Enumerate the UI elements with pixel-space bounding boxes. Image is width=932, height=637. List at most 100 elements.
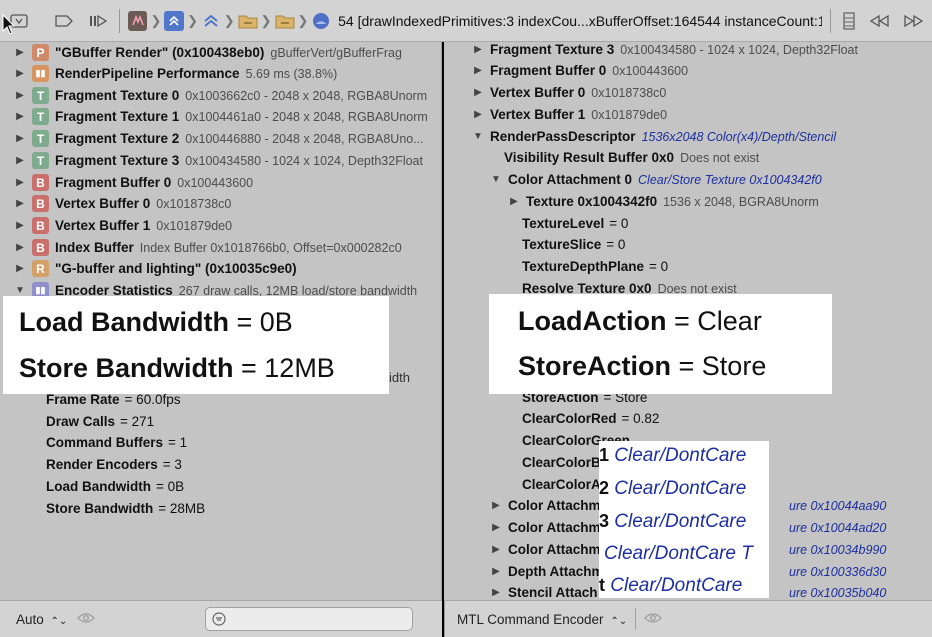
filter-icon [212, 612, 226, 626]
command-buffer-icon[interactable] [164, 10, 185, 31]
disclosure-triangle-icon[interactable]: ▶ [490, 522, 502, 533]
property-value: = 0 [609, 216, 629, 231]
item-label: Visibility Result Buffer 0x0 [504, 150, 675, 165]
pipeline-state-icon: P [32, 44, 49, 61]
list-item[interactable]: ▶ Fragment Buffer 0 0x100443600 [472, 60, 688, 81]
attachment-link[interactable]: ure 0x10035b040 [789, 586, 886, 600]
disclosure-triangle-icon[interactable]: ▶ [14, 177, 26, 188]
disclosure-triangle-expanded-icon[interactable]: ▼ [14, 285, 26, 296]
list-item[interactable]: ▶ Vertex Buffer 0 0x1018738c0 [472, 82, 666, 103]
property-row: TextureLevel = 0 [522, 213, 628, 234]
callout-label: Load Bandwidth [19, 307, 229, 337]
disclosure-triangle-icon[interactable]: ▶ [14, 220, 26, 231]
continue-icon[interactable] [83, 7, 113, 35]
callout-row-number: 1 [599, 445, 610, 465]
callout-row-text: Clear/DontCare T [604, 543, 753, 564]
item-detail: 0x1004461a0 - 2048 x 2048, RGBA8Unorm [185, 109, 428, 124]
disclosure-triangle-expanded-icon[interactable]: ▼ [472, 131, 484, 142]
list-item[interactable]: ▶ B Fragment Buffer 0 0x100443600 [14, 172, 253, 193]
mouse-cursor-icon [2, 14, 16, 35]
attachment-link[interactable]: ure 0x100336d30 [789, 565, 886, 579]
disclosure-triangle-icon[interactable]: ▶ [14, 155, 26, 166]
disclosure-triangle-icon[interactable]: ▶ [508, 196, 520, 207]
popup-arrows-icon: ⌃⌄ [50, 615, 68, 627]
step-back-icon[interactable] [861, 7, 896, 35]
disclosure-triangle-icon[interactable]: ▶ [490, 587, 502, 598]
list-item[interactable]: ▶ T Fragment Texture 2 0x100446880 - 204… [14, 128, 424, 149]
callout-label: StoreAction [518, 351, 672, 381]
stat-row: Load Bandwidth = 0B [46, 476, 184, 497]
callout-row-number: 2 [599, 478, 610, 498]
display-mode-popup[interactable]: Auto ⌃⌄ [16, 612, 67, 627]
list-item[interactable]: ▶ T Fragment Texture 0 0x1003662c0 - 204… [14, 85, 427, 106]
disclosure-triangle-icon[interactable]: ▶ [14, 90, 26, 101]
disclosure-triangle-icon[interactable]: ▶ [14, 68, 26, 79]
attachment-row[interactable]: ▶ Stencil Attach ure 0x10035b040 [490, 582, 886, 600]
callout-dontcare-row: t Clear/DontCare [599, 575, 742, 597]
item-detail: 0x100443600 [612, 63, 689, 78]
list-item[interactable]: ▶ R "G-buffer and lighting" (0x10035c9e0… [14, 258, 297, 279]
render-pass-descriptor-row[interactable]: ▼ RenderPassDescriptor 1536x2048 Color(x… [472, 126, 836, 147]
render-pass-link[interactable]: 1536x2048 Color(x4)/Depth/Stencil [642, 130, 837, 144]
property-label: TextureSlice [522, 237, 602, 252]
list-item[interactable]: ▶ B Vertex Buffer 0 0x1018738c0 [14, 193, 231, 214]
list-item[interactable]: ▶ P "GBuffer Render" (0x100438eb0) gBuff… [14, 42, 402, 63]
disclosure-triangle-expanded-icon[interactable]: ▼ [490, 174, 502, 185]
draw-call-icon[interactable] [311, 11, 331, 31]
item-detail: 5.69 ms (38.8%) [245, 66, 338, 81]
attachment-row[interactable]: ▶ Color Attachm ure 0x10044ad20 [490, 517, 886, 538]
disclosure-triangle-icon[interactable]: ▶ [14, 198, 26, 209]
step-forward-icon[interactable] [897, 7, 932, 35]
list-item[interactable]: ▶ T Fragment Texture 1 0x1004461a0 - 204… [14, 106, 428, 127]
attachment-row[interactable]: ▶ Color Attachm ure 0x10044aa90 [490, 495, 886, 516]
attachment-link[interactable]: Clear/Store Texture 0x1004342f0 [638, 173, 822, 187]
list-item[interactable]: ▶ Vertex Buffer 1 0x101879de0 [472, 104, 667, 125]
item-detail: 1536 x 2048, BGRA8Unorm [663, 194, 819, 209]
callout-row-text: Clear/DontCare [610, 575, 743, 596]
attachment-link[interactable]: ure 0x10034b990 [789, 543, 886, 557]
folder-icon[interactable] [238, 11, 258, 31]
item-label: Vertex Buffer 0 [55, 196, 151, 211]
texture-icon: T [32, 87, 49, 104]
disclosure-triangle-icon[interactable]: ▶ [472, 109, 484, 120]
disclosure-triangle-icon[interactable]: ▶ [472, 87, 484, 98]
breadcrumb-current-label[interactable]: 54 [drawIndexedPrimitives:3 indexCou...x… [338, 13, 822, 29]
eye-icon[interactable] [644, 612, 662, 627]
device-icon[interactable] [127, 10, 148, 31]
disclosure-triangle-icon[interactable]: ▶ [490, 500, 502, 511]
list-item[interactable]: ▶ B Index Buffer Index Buffer 0x1018766b… [14, 237, 402, 258]
disclosure-triangle-icon[interactable]: ▶ [14, 133, 26, 144]
attachment-row[interactable]: ▶ Color Attachm ure 0x10034b990 [490, 539, 886, 560]
attachment-link[interactable]: ure 0x10044ad20 [789, 521, 886, 535]
disclosure-triangle-icon[interactable]: ▶ [490, 566, 502, 577]
eye-icon[interactable] [77, 612, 96, 627]
disclosure-triangle-icon[interactable]: ▶ [14, 47, 26, 58]
filter-field[interactable] [205, 607, 414, 631]
breakpoint-icon[interactable] [50, 7, 80, 35]
disclosure-triangle-icon[interactable]: ▶ [14, 263, 26, 274]
item-detail: 0x100434580 - 1024 x 1024, Depth32Float [185, 153, 423, 168]
encoder-icon[interactable] [201, 11, 221, 31]
color-attachment-row[interactable]: ▼ Color Attachment 0 Clear/Store Texture… [490, 169, 822, 190]
callout-dontcare-row: Clear/DontCare T [604, 543, 753, 565]
stat-label: Render Encoders [46, 457, 158, 472]
folder-icon[interactable] [275, 11, 295, 31]
disclosure-triangle-icon[interactable]: ▶ [472, 65, 484, 76]
list-item[interactable]: ▶ ▮▮ RenderPipeline Performance 5.69 ms … [14, 63, 337, 84]
list-item[interactable]: ▶ B Vertex Buffer 1 0x101879de0 [14, 215, 232, 236]
texture-icon: T [32, 108, 49, 125]
list-item[interactable]: ▶ T Fragment Texture 3 0x100434580 - 102… [14, 150, 423, 171]
debug-navigator-toolbar: ❯ ❯ ❯ ❯ ❯ 54 [drawIndexedPrimitives:3 in… [0, 0, 932, 42]
texture-row[interactable]: ▶ Texture 0x1004342f0 1536 x 2048, BGRA8… [508, 191, 819, 212]
attachment-row[interactable]: ▶ Depth Attachm ure 0x100336d30 [490, 561, 886, 582]
item-detail: 0x101879de0 [591, 107, 668, 122]
property-row: ClearColorRed = 0.82 [522, 408, 659, 429]
disclosure-triangle-icon[interactable]: ▶ [490, 544, 502, 555]
memory-icon[interactable] [837, 7, 861, 35]
encoder-popup[interactable]: MTL Command Encoder ⌃⌄ [457, 612, 627, 627]
disclosure-triangle-icon[interactable]: ▶ [472, 44, 484, 55]
list-item[interactable]: ▶ Fragment Texture 3 0x100434580 - 1024 … [472, 42, 858, 60]
disclosure-triangle-icon[interactable]: ▶ [14, 242, 26, 253]
attachment-link[interactable]: ure 0x10044aa90 [789, 499, 886, 513]
disclosure-triangle-icon[interactable]: ▶ [14, 111, 26, 122]
